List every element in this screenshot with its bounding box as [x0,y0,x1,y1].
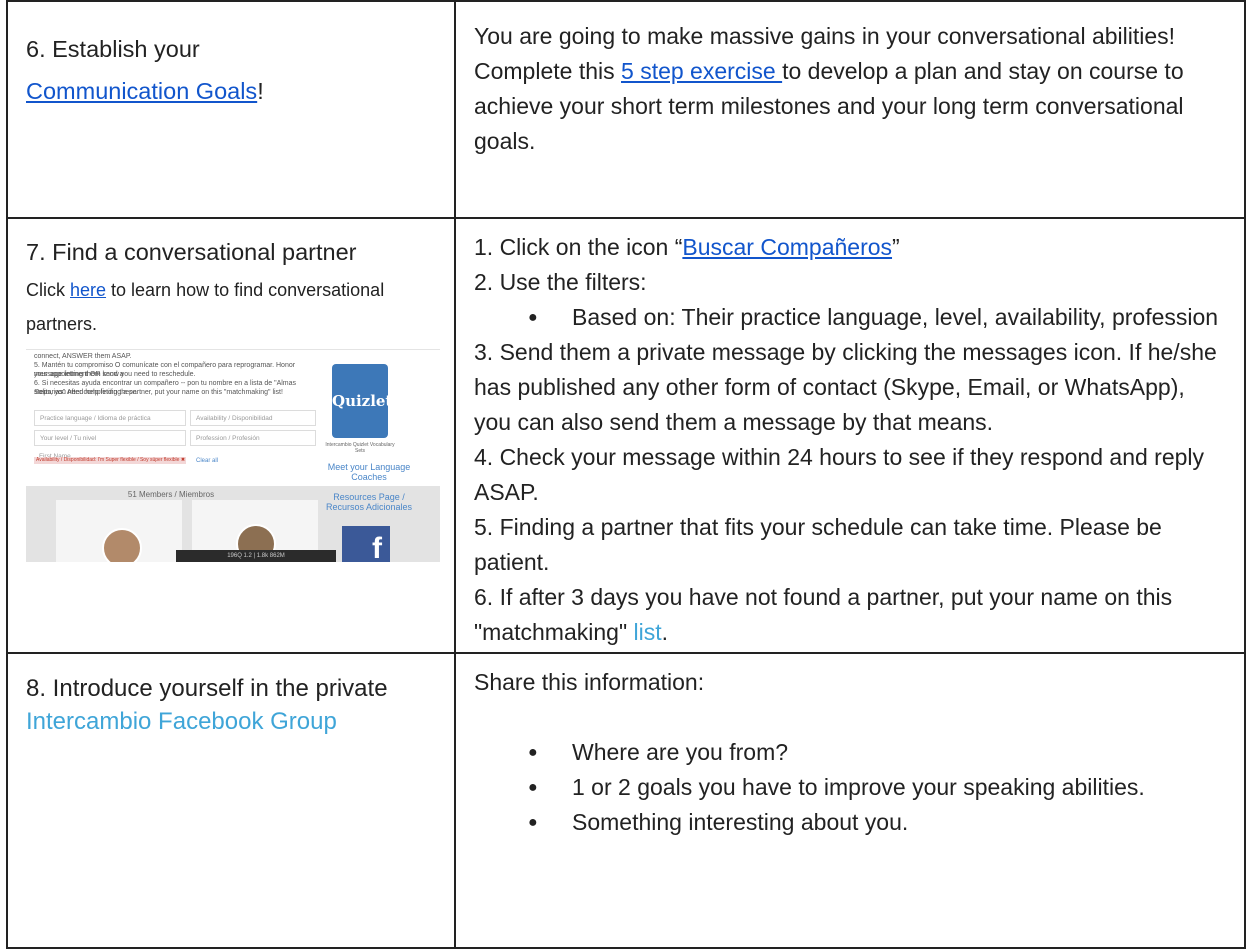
bullet-icon: ● [528,744,538,761]
step-item: 5. Finding a partner that fits your sche… [474,514,1162,575]
quizlet-logo: Quizlet [332,364,392,438]
buscar-companeros-link[interactable]: Buscar Compañeros [682,234,892,260]
step-title-cell: 7. Find a conversational partner Click h… [6,217,456,654]
table-row: 8. Introduce yourself in the private Int… [6,652,1246,949]
bullet-icon: ● [528,779,538,796]
step-item-part: . [661,619,669,645]
clear-all-link: Clear all [196,458,219,464]
profession-select: Profession / Profesión [190,430,316,446]
step-title: 6. Establish your [26,36,200,62]
facebook-group-link[interactable]: Intercambio Facebook Group [26,708,337,735]
list-item: ● Based on: Their practice language, leve… [528,300,1222,335]
bullet-icon: ● [528,309,538,326]
list-item: ● 1 or 2 goals you have to improve your s… [528,770,1226,805]
step-title: 8. Introduce yourself in the private [26,675,388,702]
step-title-cell: 6. Establish your Communication Goals! [6,0,456,219]
help-text-part: Click [26,280,70,300]
list-item-text: Based on: Their practice language, level… [572,304,1219,330]
steps-table: 6. Establish your Communication Goals! Y… [6,0,1246,949]
step-help-text: Click here to learn how to find conversa… [26,273,436,341]
step-description-cell: You are going to make massive gains in y… [454,0,1246,219]
step-text-part: Complete this [474,58,622,84]
share-list: ● Where are you from? ● 1 or 2 goals you h… [474,735,1226,840]
step-title-cell: 8. Introduce yourself in the private Int… [6,652,456,949]
list-item-text: Where are you from? [572,739,789,765]
matchmaking-list-link[interactable]: list [634,619,662,645]
list-item: ● Something interesting about you. [528,805,1226,840]
level-select: Your level / Tu nivel [34,430,186,446]
communication-goals-link[interactable]: Communication Goals [26,78,257,104]
screenshot-text: message letting them know you need to re… [34,371,196,378]
practice-language-select: Practice language / Idioma de práctica [34,410,186,426]
filter-list: ● Based on: Their practice language, leve… [474,300,1222,335]
availability-filter-tag: Availability / Disponibilidad: I'm Super… [34,457,186,464]
step-item: 4. Check your message within 24 hours to… [474,444,1205,505]
list-item-text: 1 or 2 goals you have to improve your sp… [572,774,1145,800]
share-intro: Share this information: [474,669,705,695]
quizlet-caption: Intercambio Quizlet Vocabulary Sets [325,442,395,454]
step-text: Complete this 5 step exercise to develop… [474,54,1214,159]
step-item-part: 1. Click on the icon “ [474,234,683,260]
here-link[interactable]: here [70,280,106,300]
five-step-exercise-link[interactable]: 5 step exercise [621,58,782,84]
step-item: 3. Send them a private message by clicki… [474,339,1217,435]
step-title: 7. Find a conversational partner [26,239,357,265]
screenshot-text: connect, ANSWER them ASAP. [34,353,132,360]
member-avatar [102,528,142,562]
list-item: ● Where are you from? [528,735,1226,770]
bullet-icon: ● [528,814,538,831]
step-description-cell: Share this information: ● Where are you f… [454,652,1246,949]
availability-select: Availability / Disponibilidad [190,410,316,426]
language-coaches-link: Meet your Language Coaches [327,462,411,482]
screenshot-text: steps, you need help finding a partner, … [34,389,283,396]
step-description-cell: 1. Click on the icon “Buscar Compañeros”… [454,217,1246,654]
list-item-text: Something interesting about you. [572,809,909,835]
step-item-part: ” [892,234,900,260]
resources-link: Resources Page / Recursos Adicionales [325,492,413,512]
step-title-suffix: ! [257,78,264,104]
step-item: 6. If after 3 days you have not found a … [474,580,1222,650]
video-status-bar: 196Q 1.2 | 1.8k 862M [176,550,336,562]
step-item: 1. Click on the icon “Buscar Compañeros” [474,230,1222,265]
step-text: You are going to make massive gains in y… [474,23,1176,49]
step-item: 2. Use the filters: [474,269,647,295]
facebook-logo: f [342,526,390,562]
table-row: 7. Find a conversational partner Click h… [6,217,1246,654]
step-item-part: 6. If after 3 days you have not found a … [474,584,1173,645]
members-count: 51 Members / Miembros [127,490,215,499]
table-row: 6. Establish your Communication Goals! Y… [6,0,1246,219]
find-partner-screenshot: connect, ANSWER them ASAP. 5. Mantén tu … [26,349,440,562]
